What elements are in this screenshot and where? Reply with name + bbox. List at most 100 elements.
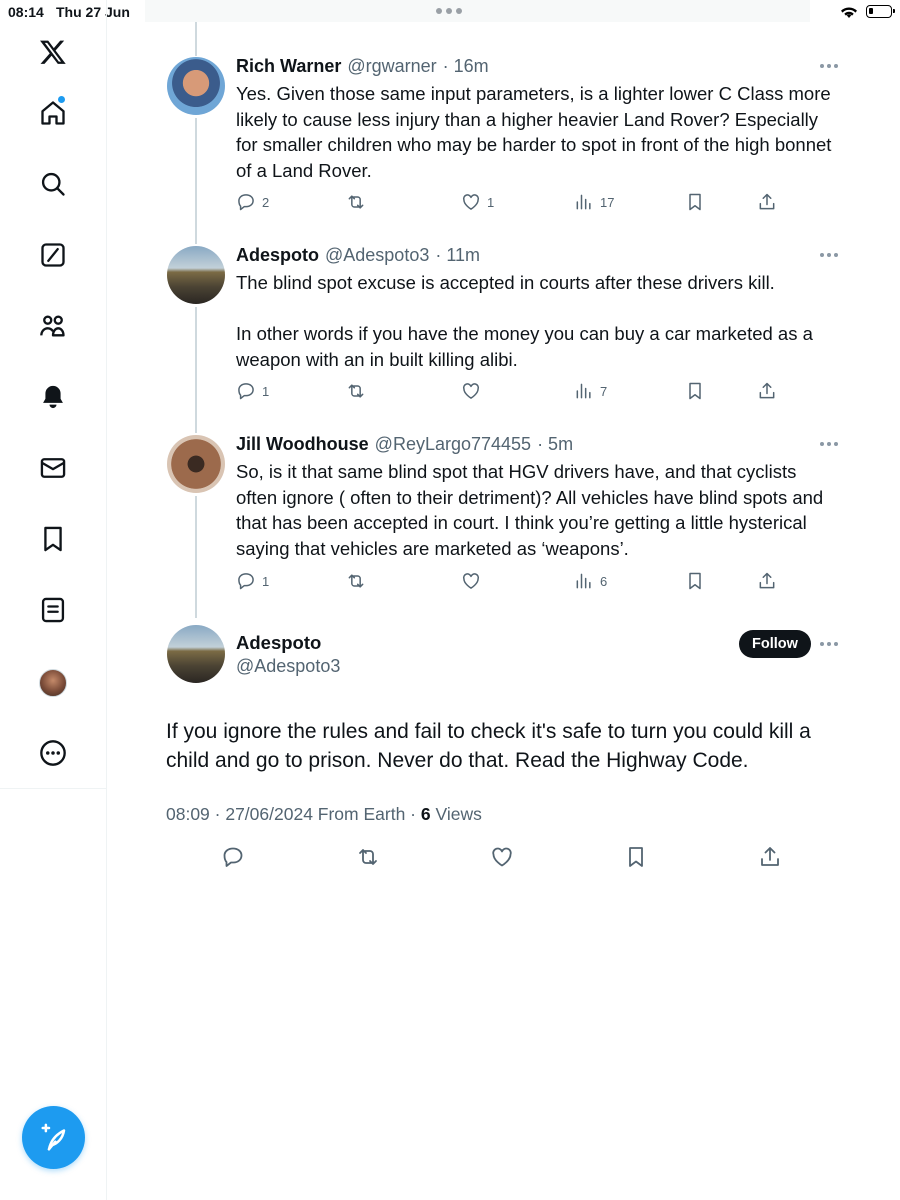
x-logo-icon[interactable] [36,35,70,69]
repost-icon [348,574,364,588]
tweet-meta: 08:09 · 27/06/2024 From Earth · 6 Views [166,804,482,825]
repost-button[interactable] [356,845,380,869]
avatar[interactable] [167,625,225,683]
sidebar [0,0,107,1200]
author-name[interactable]: Jill Woodhouse [236,434,369,455]
tweet-text: Yes. Given those same input parameters, … [236,83,832,181]
reply-button[interactable] [221,845,245,869]
reply-button[interactable]: 2 [236,192,269,212]
reply-icon [238,383,254,400]
author-name[interactable]: Adespoto [236,245,319,266]
tweet-text: So, is it that same blind spot that HGV … [236,461,824,559]
communities-icon[interactable] [36,309,70,343]
thread-line [195,118,197,244]
views-icon [576,383,591,399]
notification-dot [58,96,65,103]
author-handle[interactable]: @Adespoto3 [325,245,429,266]
multitasking-dots-icon[interactable] [436,8,462,14]
compose-button[interactable] [22,1106,85,1169]
bookmark-icon [689,572,701,590]
share-icon [759,193,775,210]
avatar[interactable] [167,246,225,304]
reply-count: 1 [262,573,270,589]
like-count: 1 [487,194,495,210]
reply-button[interactable]: 1 [236,381,269,401]
more-options-icon[interactable] [820,638,844,650]
views-count: 7 [600,383,608,399]
more-options-icon[interactable] [820,60,844,72]
heart-icon [462,194,480,210]
bell-icon[interactable] [36,380,70,414]
bookmark-icon [629,847,643,867]
share-icon [761,847,779,866]
tweet-header: Adespoto @Adespoto3 · 11m [236,245,480,266]
views-button[interactable]: 6 [574,571,607,591]
heart-icon [492,847,512,867]
search-icon[interactable] [36,167,70,201]
tweet-timestamp[interactable]: 08:09 · 27/06/2024 From Earth · [166,804,416,824]
like-button[interactable]: 1 [461,192,494,212]
reply-icon [238,573,254,590]
bookmark-button[interactable] [685,381,705,401]
main-views-label: Views [435,804,482,824]
views-count: 6 [600,573,608,589]
reply-icon [238,194,254,211]
main-tweet-actions [166,845,806,871]
thread-line [195,307,197,433]
reply-button[interactable]: 1 [236,571,269,591]
bookmark-button[interactable] [685,192,705,212]
envelope-icon[interactable] [36,451,70,485]
main-views-count: 6 [420,804,431,824]
like-button[interactable] [490,845,514,869]
repost-button[interactable] [346,571,372,591]
share-icon [759,572,775,589]
more-options-icon[interactable] [820,249,844,261]
author-handle[interactable]: @rgwarner [347,56,436,77]
views-icon [576,194,591,210]
tweet-time[interactable]: · 16m [443,56,489,77]
like-button[interactable] [461,571,487,591]
bookmark-button[interactable] [685,571,705,591]
grok-icon[interactable] [36,238,70,272]
reply-count: 1 [262,383,270,399]
views-button[interactable]: 17 [574,192,614,212]
wifi-icon [841,7,857,18]
tweet-header: Jill Woodhouse @ReyLargo774455 · 5m [236,434,573,455]
tweet-actions: 1 7 [236,381,796,403]
profile-avatar[interactable] [39,669,67,697]
thread-line [195,22,197,56]
reply-icon [223,847,243,867]
bookmark-icon[interactable] [36,522,70,556]
main-author-handle[interactable]: @Adespoto3 [236,656,340,677]
bookmark-icon [689,193,701,211]
share-button[interactable] [757,381,777,401]
more-circle-icon[interactable] [36,736,70,770]
home-icon[interactable] [36,96,70,130]
battery-icon [866,5,895,18]
repost-icon [348,384,364,398]
avatar[interactable] [167,57,225,115]
like-button[interactable] [461,381,487,401]
views-button[interactable]: 7 [574,381,607,401]
more-options-icon[interactable] [820,438,844,450]
repost-button[interactable] [346,192,372,212]
share-button[interactable] [758,845,782,869]
avatar[interactable] [167,435,225,493]
main-author-name[interactable]: Adespoto [236,632,321,654]
author-name[interactable]: Rich Warner [236,56,341,77]
views-count: 17 [600,194,615,210]
share-button[interactable] [757,192,777,212]
tweet-time[interactable]: · 11m [435,245,480,266]
repost-button[interactable] [346,381,372,401]
heart-icon [462,383,480,399]
bookmark-button[interactable] [624,845,648,869]
share-icon [759,382,775,399]
main-tweet-text: If you ignore the rules and fail to chec… [166,720,811,772]
follow-button[interactable]: Follow [739,630,811,658]
share-button[interactable] [757,571,777,591]
list-icon[interactable] [36,593,70,627]
tweet-header: Rich Warner @rgwarner · 16m [236,56,489,77]
tweet-actions: 2 1 17 [236,192,796,214]
tweet-time[interactable]: · 5m [537,434,573,455]
author-handle[interactable]: @ReyLargo774455 [375,434,531,455]
